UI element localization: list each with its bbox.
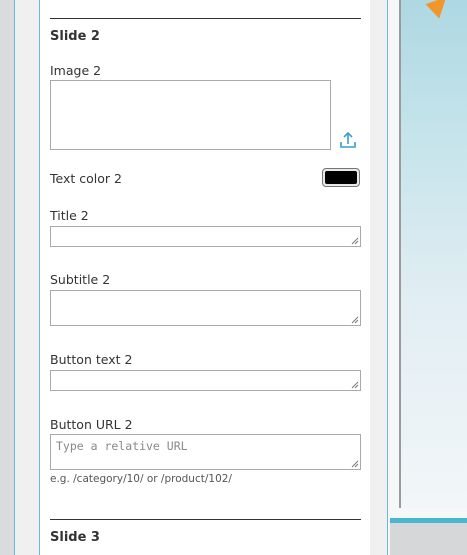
button-text-2-label: Button text 2 [50,352,133,367]
button-text-2-textarea[interactable] [51,371,360,390]
button-url-2-help: e.g. /category/10/ or /product/102/ [50,473,232,485]
preview-frame [399,0,467,508]
resize-grip-icon[interactable] [350,236,359,245]
subtitle-2-label: Subtitle 2 [50,272,111,287]
text-color-2-label: Text color 2 [50,171,122,186]
left-gutter [0,0,14,555]
preview-footer [390,523,467,555]
button-url-2-input[interactable] [50,434,361,470]
button-text-2-input[interactable] [50,370,361,391]
button-url-2-label: Button URL 2 [50,417,133,432]
image-2-field[interactable] [50,80,331,150]
subtitle-2-textarea[interactable] [51,291,360,325]
section-divider [50,18,361,19]
text-color-swatch [325,171,357,184]
section-divider [50,519,361,520]
slide-3-heading: Slide 3 [50,530,100,545]
image-2-label: Image 2 [50,63,102,78]
button-url-2-textarea[interactable] [51,435,360,469]
text-color-2-picker[interactable] [322,168,360,187]
resize-grip-icon[interactable] [350,380,359,389]
title-2-label: Title 2 [50,208,89,223]
upload-icon[interactable] [339,130,357,150]
title-2-input[interactable] [50,226,361,247]
title-2-textarea[interactable] [51,227,360,246]
resize-grip-icon[interactable] [350,315,359,324]
subtitle-2-input[interactable] [50,290,361,326]
slide-2-heading: Slide 2 [50,29,100,44]
resize-grip-icon[interactable] [350,459,359,468]
